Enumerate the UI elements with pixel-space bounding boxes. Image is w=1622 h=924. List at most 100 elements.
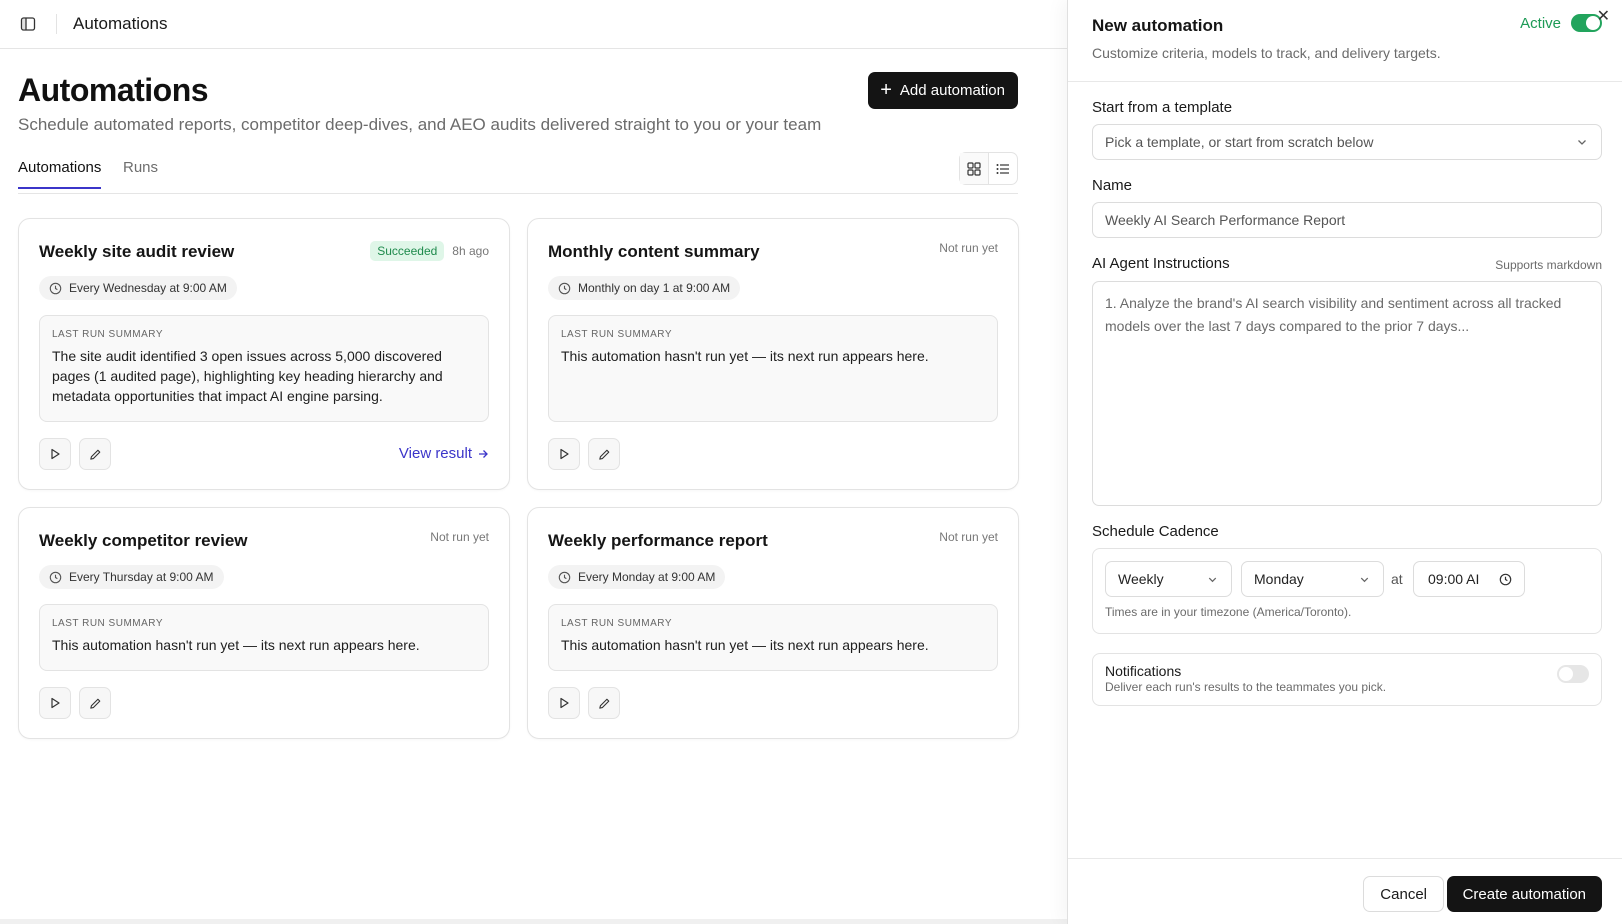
instructions-value: 1. Analyze the brand's AI search visibil… bbox=[1105, 295, 1562, 334]
summary-text: This automation hasn't run yet — its nex… bbox=[561, 348, 929, 364]
summary-label: LAST RUN SUMMARY bbox=[52, 329, 163, 340]
pencil-icon bbox=[598, 449, 609, 460]
edit-button[interactable] bbox=[588, 438, 620, 470]
last-run-time: Not run yet bbox=[939, 530, 998, 544]
frequency-select[interactable]: Weekly bbox=[1105, 561, 1232, 597]
close-icon[interactable]: ✕ bbox=[1597, 6, 1610, 26]
view-result-link[interactable]: View result bbox=[399, 445, 489, 462]
pencil-icon bbox=[598, 698, 609, 709]
schedule-pill: Every Monday at 9:00 AM bbox=[548, 565, 726, 589]
weekday-value: Monday bbox=[1254, 571, 1304, 587]
schedule-text: Every Wednesday at 9:00 AM bbox=[69, 281, 227, 295]
card-actions bbox=[39, 438, 111, 470]
pencil-icon bbox=[89, 698, 100, 709]
panel-header: New automation Customize criteria, model… bbox=[1068, 0, 1622, 82]
edit-button[interactable] bbox=[79, 438, 111, 470]
chevron-down-icon bbox=[1208, 577, 1217, 583]
summary-label: LAST RUN SUMMARY bbox=[561, 618, 672, 629]
grid-view-icon[interactable] bbox=[960, 153, 989, 184]
template-placeholder: Pick a template, or start from scratch b… bbox=[1105, 134, 1374, 150]
play-icon bbox=[560, 697, 569, 709]
card-status: Not run yet bbox=[939, 530, 998, 544]
schedule-text: Monthly on day 1 at 9:00 AM bbox=[578, 281, 731, 295]
page-header: Automations Schedule automated reports, … bbox=[18, 72, 1018, 135]
plus-icon: + bbox=[880, 78, 892, 101]
cancel-button[interactable]: Cancel bbox=[1363, 876, 1444, 912]
new-automation-panel: New automation Customize criteria, model… bbox=[1067, 0, 1622, 924]
card-title: Weekly site audit review bbox=[39, 242, 235, 261]
tab-bar: Automations Runs bbox=[18, 152, 1018, 194]
schedule-pill: Every Wednesday at 9:00 AM bbox=[39, 276, 237, 300]
sidebar-toggle-icon[interactable] bbox=[18, 14, 38, 34]
notifications-box: Notifications Deliver each run's results… bbox=[1092, 653, 1602, 706]
summary-text: This automation hasn't run yet — its nex… bbox=[561, 637, 929, 653]
last-run-time: Not run yet bbox=[939, 241, 998, 255]
card-actions bbox=[39, 687, 111, 719]
tab-runs[interactable]: Runs bbox=[123, 159, 158, 187]
edit-button[interactable] bbox=[79, 687, 111, 719]
active-toggle-group: Active bbox=[1520, 14, 1602, 32]
schedule-pill: Monthly on day 1 at 9:00 AM bbox=[548, 276, 741, 300]
name-label: Name bbox=[1092, 177, 1133, 194]
time-input[interactable]: 09:00 AI bbox=[1413, 561, 1525, 597]
main-area: Automations Automations Schedule automat… bbox=[0, 0, 1067, 924]
clock-icon[interactable] bbox=[1499, 573, 1512, 586]
edit-button[interactable] bbox=[588, 687, 620, 719]
pencil-icon bbox=[89, 449, 100, 460]
create-automation-button[interactable]: Create automation bbox=[1446, 876, 1602, 912]
chevron-down-icon bbox=[1360, 577, 1369, 583]
schedule-text: Every Thursday at 9:00 AM bbox=[69, 570, 214, 584]
last-run-summary: LAST RUN SUMMARY The site audit identifi… bbox=[39, 315, 489, 422]
run-button[interactable] bbox=[548, 438, 580, 470]
automation-card[interactable]: Weekly competitor review Not run yet Eve… bbox=[18, 507, 510, 739]
last-run-summary: LAST RUN SUMMARY This automation hasn't … bbox=[548, 604, 998, 671]
last-run-time: 8h ago bbox=[452, 244, 489, 258]
active-label: Active bbox=[1520, 14, 1561, 32]
notifications-subtitle: Deliver each run's results to the teamma… bbox=[1105, 680, 1387, 694]
schedule-pill: Every Thursday at 9:00 AM bbox=[39, 565, 224, 589]
weekday-select[interactable]: Monday bbox=[1241, 561, 1384, 597]
tab-automations[interactable]: Automations bbox=[18, 159, 102, 189]
automation-card[interactable]: Weekly performance report Not run yet Ev… bbox=[527, 507, 1019, 739]
schedule-box: Weekly Monday at 09:00 AI Times are in y… bbox=[1092, 548, 1602, 634]
automation-card[interactable]: Monthly content summary Not run yet Mont… bbox=[527, 218, 1019, 490]
topbar: Automations bbox=[0, 0, 1067, 49]
time-value: 09:00 AI bbox=[1428, 571, 1480, 587]
clock-icon bbox=[558, 282, 571, 294]
list-view-icon[interactable] bbox=[989, 153, 1017, 184]
clock-icon bbox=[558, 571, 571, 583]
card-status: Not run yet bbox=[430, 530, 489, 544]
card-title: Monthly content summary bbox=[548, 242, 760, 261]
play-icon bbox=[51, 448, 60, 460]
card-title: Weekly performance report bbox=[548, 531, 768, 550]
add-automation-label: Add automation bbox=[899, 82, 1005, 99]
last-run-summary: LAST RUN SUMMARY This automation hasn't … bbox=[39, 604, 489, 671]
notifications-toggle[interactable] bbox=[1557, 665, 1589, 683]
card-actions bbox=[548, 438, 620, 470]
name-input[interactable]: Weekly AI Search Performance Report bbox=[1092, 202, 1602, 238]
panel-subtitle: Customize criteria, models to track, and… bbox=[1092, 45, 1441, 61]
summary-text: This automation hasn't run yet — its nex… bbox=[52, 637, 420, 653]
card-status: Not run yet bbox=[939, 241, 998, 255]
timezone-note: Times are in your timezone (America/Toro… bbox=[1105, 605, 1352, 619]
frequency-value: Weekly bbox=[1118, 571, 1164, 587]
play-icon bbox=[560, 448, 569, 460]
instructions-textarea[interactable]: 1. Analyze the brand's AI search visibil… bbox=[1092, 281, 1602, 506]
run-button[interactable] bbox=[39, 438, 71, 470]
summary-label: LAST RUN SUMMARY bbox=[561, 329, 672, 340]
add-automation-button[interactable]: + Add automation bbox=[868, 72, 1018, 109]
run-button[interactable] bbox=[39, 687, 71, 719]
automation-card[interactable]: Weekly site audit review Succeeded 8h ag… bbox=[18, 218, 510, 490]
at-label: at bbox=[1391, 571, 1403, 587]
template-select[interactable]: Pick a template, or start from scratch b… bbox=[1092, 124, 1602, 160]
clock-icon bbox=[49, 571, 62, 583]
chevron-down-icon bbox=[1578, 140, 1586, 145]
schedule-label: Schedule Cadence bbox=[1092, 523, 1219, 540]
name-value: Weekly AI Search Performance Report bbox=[1105, 212, 1346, 228]
arrow-right-icon bbox=[479, 449, 488, 458]
notifications-title: Notifications bbox=[1105, 663, 1182, 679]
summary-label: LAST RUN SUMMARY bbox=[52, 618, 163, 629]
bottom-scrollbar[interactable] bbox=[0, 919, 1067, 924]
panel-footer: Cancel Create automation bbox=[1068, 858, 1622, 924]
run-button[interactable] bbox=[548, 687, 580, 719]
